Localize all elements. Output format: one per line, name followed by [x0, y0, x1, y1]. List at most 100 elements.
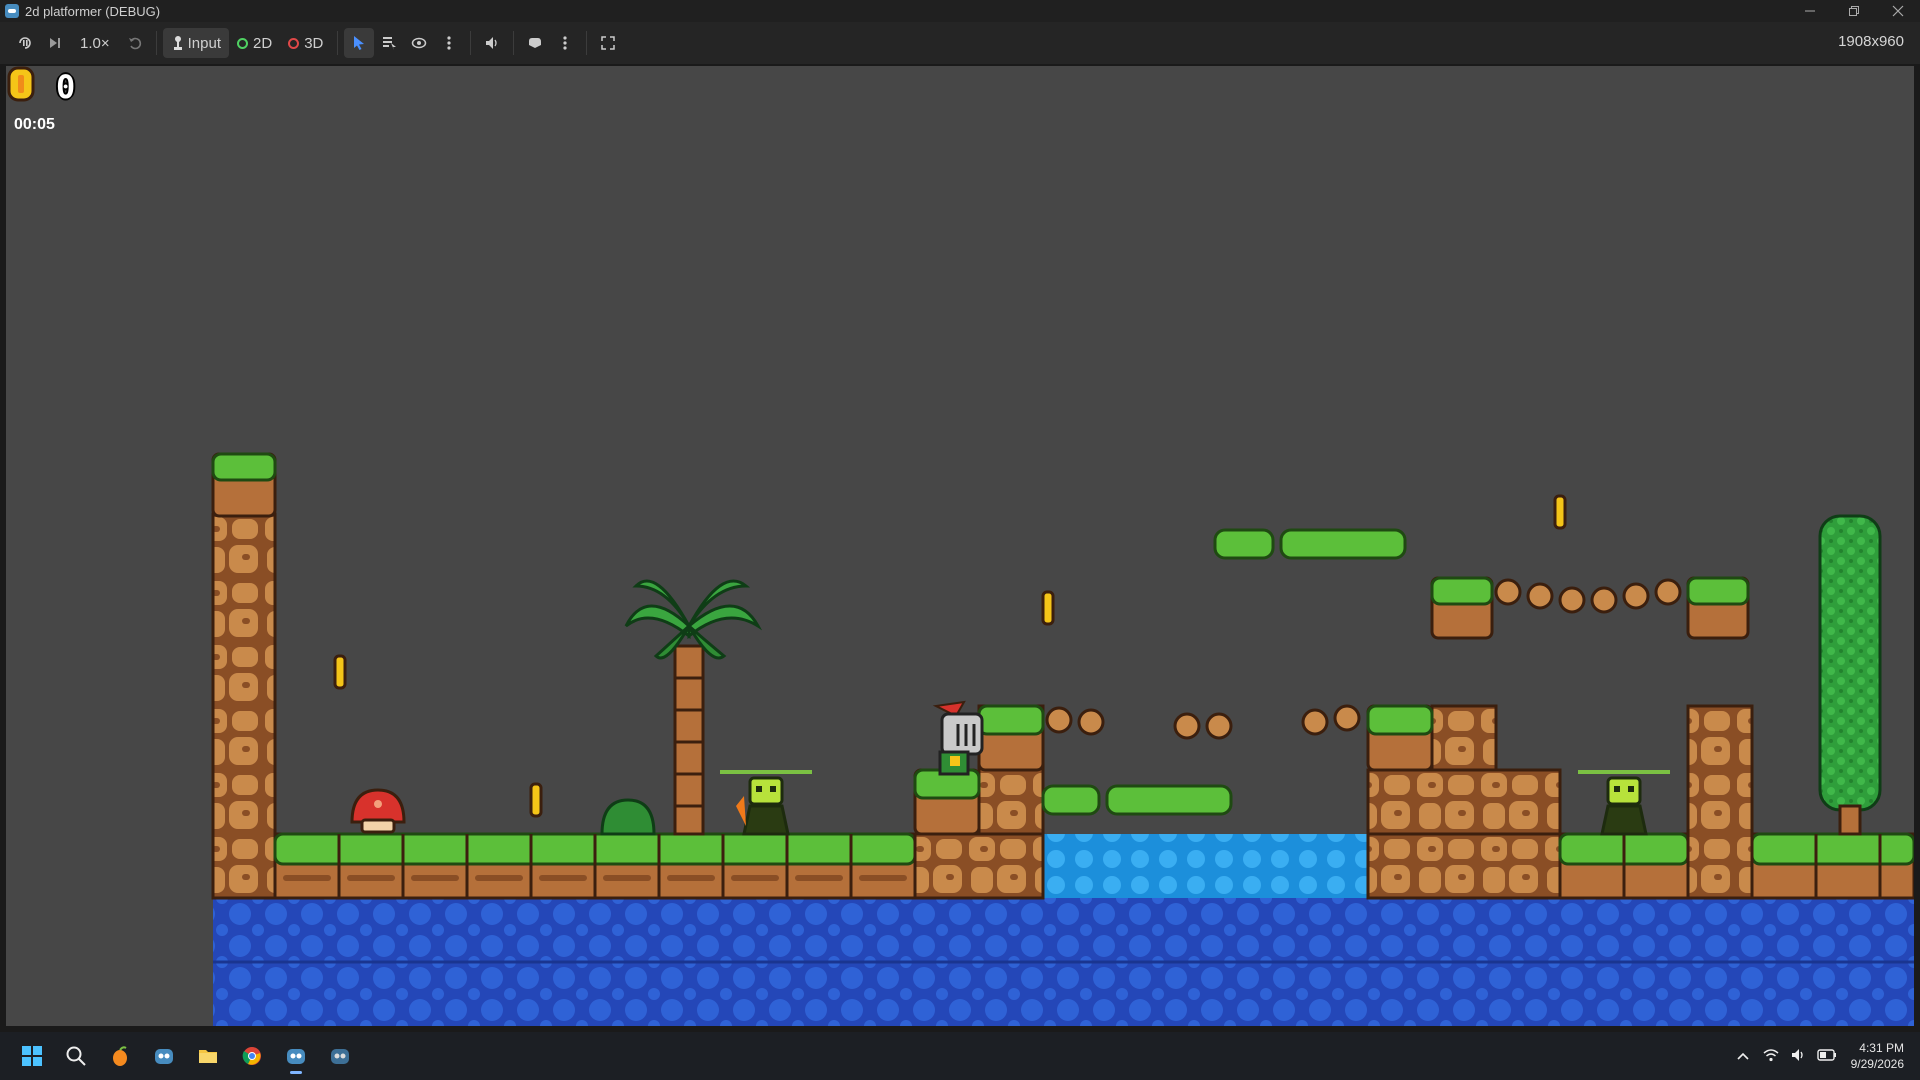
minimize-button[interactable]	[1788, 0, 1832, 22]
skull-enemy-1	[720, 770, 812, 836]
pause-game-icon	[19, 37, 31, 49]
coin	[1041, 590, 1055, 626]
debug-toolbar: 1.0× Input 2D 3D 1908x960	[0, 22, 1920, 64]
tray-volume[interactable]	[1785, 1048, 1813, 1065]
fullscreen-button[interactable]	[593, 28, 623, 58]
mode-2d-toggle[interactable]: 2D	[229, 28, 280, 58]
embed-options-button[interactable]	[520, 28, 550, 58]
rock-ground-right	[1366, 832, 1562, 900]
floating-platform-low	[1041, 784, 1233, 816]
game-scene	[211, 452, 1914, 1026]
embed-more-button[interactable]	[550, 28, 580, 58]
speed-selector[interactable]: 1.0×	[70, 28, 120, 58]
more-options-button[interactable]	[434, 28, 464, 58]
skull-enemy-2	[1578, 770, 1670, 836]
reset-icon	[128, 37, 141, 50]
coin-counter: 0	[56, 68, 76, 106]
toolbar-separator	[586, 31, 588, 55]
taskbar-chrome[interactable]	[230, 1036, 274, 1076]
floating-platform-upper-right	[1430, 576, 1750, 640]
start-button[interactable]	[10, 1036, 54, 1076]
rock-row-right	[1366, 768, 1562, 836]
camera-override-button[interactable]	[404, 28, 434, 58]
stone-bridge-2	[1494, 578, 1682, 614]
tray-wifi[interactable]	[1757, 1048, 1785, 1065]
coin-icon	[7, 66, 35, 102]
mute-audio-button[interactable]	[477, 28, 507, 58]
taskbar-clock[interactable]: 4:31 PM 9/29/2026	[1851, 1040, 1904, 1072]
windows-start-icon	[22, 1046, 42, 1066]
godot-icon	[155, 1049, 173, 1064]
suspend-button[interactable]	[10, 28, 40, 58]
taskbar-search-button[interactable]	[54, 1036, 98, 1076]
taskbar-godot-3[interactable]	[318, 1036, 362, 1076]
mode-3d-toggle[interactable]: 3D	[280, 28, 331, 58]
rock-block-right	[1430, 704, 1498, 772]
tray-overflow-button[interactable]	[1729, 1049, 1757, 1064]
clock-date: 9/29/2026	[1850, 1057, 1904, 1071]
tall-tree	[1818, 514, 1882, 836]
coin	[1553, 494, 1567, 530]
taskbar-fl-studio[interactable]	[98, 1036, 142, 1076]
tray-battery[interactable]	[1813, 1048, 1841, 1064]
chrome-icon	[242, 1047, 261, 1065]
joystick-icon	[173, 36, 182, 50]
fruit-app-icon	[113, 1046, 127, 1066]
close-button[interactable]	[1876, 0, 1920, 22]
input-label: Input	[187, 34, 221, 52]
eye-icon	[412, 37, 427, 49]
reset-speed-button[interactable]	[120, 28, 150, 58]
floating-platform-top	[1213, 528, 1407, 560]
knight-player	[932, 700, 984, 776]
rock-pillar-right	[1686, 704, 1754, 900]
close-icon	[1892, 5, 1904, 17]
mode-3d-label: 3D	[304, 34, 324, 52]
rock-ground-center	[913, 832, 1045, 900]
restore-button[interactable]	[1832, 0, 1876, 22]
select-mode-button[interactable]	[344, 28, 375, 58]
mode-2d-label: 2D	[253, 34, 273, 52]
next-frame-button[interactable]	[40, 28, 70, 58]
godot-app-icon	[5, 4, 19, 18]
coin	[333, 654, 347, 690]
grass-cap-left-pillar	[211, 452, 277, 518]
taskbar-godot-1[interactable]	[142, 1036, 186, 1076]
list-select-icon	[383, 37, 397, 50]
embed-window-icon	[529, 38, 542, 48]
game-viewport[interactable]: 0 00:05	[6, 66, 1914, 1026]
godot-icon	[331, 1049, 349, 1064]
folder-icon	[199, 1050, 217, 1063]
fullscreen-icon	[601, 36, 616, 50]
bush	[600, 798, 656, 836]
taskbar-godot-2[interactable]	[274, 1036, 318, 1076]
toolbar-separator	[155, 31, 157, 55]
os-taskbar: 4:31 PM 9/29/2026	[0, 1032, 1920, 1080]
speaker-icon	[486, 37, 498, 49]
window-titlebar[interactable]: 2d platformer (DEBUG)	[0, 0, 1920, 22]
grass-block-right	[1366, 704, 1434, 772]
taskbar-file-explorer[interactable]	[186, 1036, 230, 1076]
godot-icon	[287, 1049, 305, 1064]
window-title: 2d platformer (DEBUG)	[25, 3, 161, 19]
speed-label: 1.0×	[80, 34, 110, 52]
chevron-up-icon	[1737, 1052, 1749, 1060]
level-timer: 00:05	[14, 116, 55, 133]
select-arrow-icon	[354, 36, 365, 50]
restore-icon	[1849, 6, 1859, 16]
search-icon	[66, 1046, 86, 1066]
input-toggle[interactable]: Input	[162, 28, 229, 58]
toolbar-separator	[513, 31, 515, 55]
kebab-menu-icon	[447, 36, 451, 50]
toolbar-separator	[337, 31, 339, 55]
viewport-size-label: 1908x960	[1838, 33, 1904, 50]
list-mode-button[interactable]	[374, 28, 404, 58]
coin	[529, 782, 543, 818]
rock-pillar-left	[211, 512, 277, 900]
stone-bridge-1	[1045, 704, 1361, 740]
minimize-icon	[1805, 10, 1815, 12]
water-pool	[1043, 834, 1368, 898]
volume-icon	[1791, 1048, 1803, 1061]
mode-3d-icon	[288, 37, 300, 49]
system-tray: 4:31 PM 9/29/2026	[1729, 1032, 1904, 1080]
screen: 2d platformer (DEBUG) 1.0× Input 2D 3D 1…	[0, 0, 1920, 1080]
